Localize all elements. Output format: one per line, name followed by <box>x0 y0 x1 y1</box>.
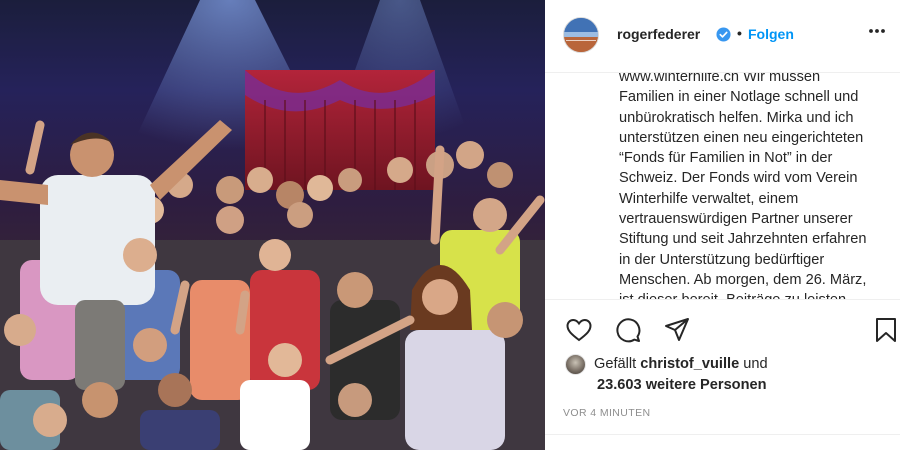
likes-prefix: Gefällt <box>594 356 637 372</box>
likes-summary: Gefällt christof_vuille und <box>565 354 895 376</box>
caption-text: www.winterhilfe.ch Wir müssen Familien i… <box>619 73 867 299</box>
liker-username[interactable]: christof_vuille <box>640 356 739 372</box>
comment-icon[interactable] <box>614 316 642 344</box>
share-icon[interactable] <box>663 316 691 344</box>
post-side-panel: rogerfederer • Folgen www.winterhilfe.ch… <box>545 0 900 450</box>
profile-avatar[interactable] <box>563 17 599 53</box>
post-photo[interactable] <box>0 0 545 450</box>
likes-line: Gefällt christof_vuille und <box>594 356 768 372</box>
action-bar <box>545 299 900 360</box>
heart-icon[interactable] <box>565 316 593 344</box>
likes-conjunction: und <box>743 356 768 372</box>
avatar-image <box>564 18 598 52</box>
photo-of-crowd-illustration <box>0 0 545 450</box>
more-options-icon[interactable] <box>868 28 886 34</box>
post-timestamp[interactable]: VOR 4 MINUTEN <box>563 407 650 419</box>
verified-badge-icon <box>716 27 731 42</box>
bookmark-icon[interactable] <box>872 316 900 344</box>
username-link[interactable]: rogerfederer <box>617 26 700 42</box>
caption-scroll-area[interactable]: www.winterhilfe.ch Wir müssen Familien i… <box>545 73 900 299</box>
follow-button[interactable]: Folgen <box>748 26 794 42</box>
liker-avatar[interactable] <box>565 354 586 375</box>
separator-dot: • <box>737 25 742 41</box>
comment-input-area[interactable] <box>545 434 900 451</box>
likes-count-link[interactable]: 23.603 weitere Personen <box>597 377 767 393</box>
post-header: rogerfederer • Folgen <box>545 0 900 73</box>
